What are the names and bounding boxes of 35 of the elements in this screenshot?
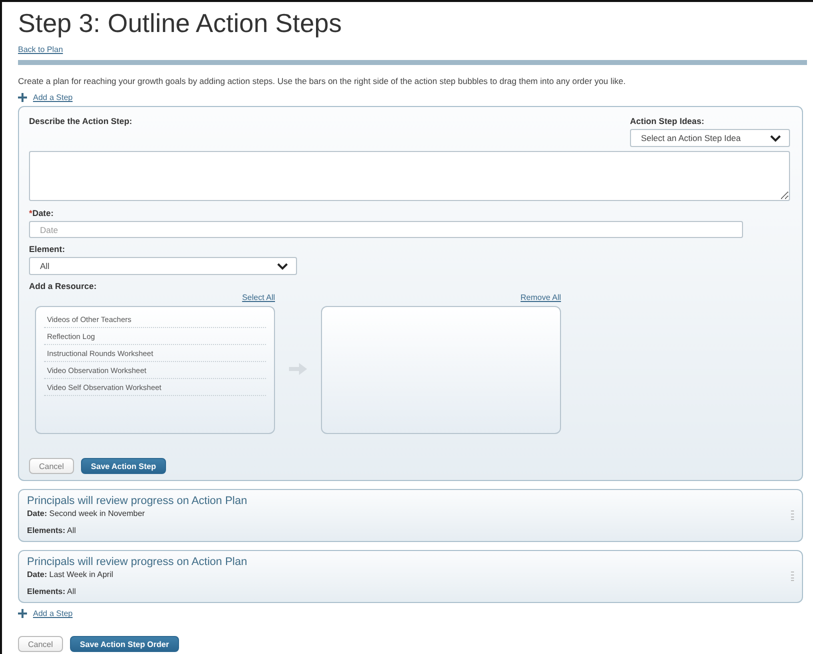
- select-all-link[interactable]: Select All: [242, 293, 275, 302]
- field-label: Add a Resource:: [29, 281, 98, 292]
- step-title: Principals will review progress on Action Plan: [27, 495, 248, 508]
- action-step-card[interactable]: Principals will review progress on Action Plan Date: Second week in November Elements: All: [18, 489, 803, 542]
- plus-icon: [18, 93, 27, 102]
- intro-text: Create a plan for reaching your growth goals by adding action steps. Use the bars on the right side of the action step bubbles to drag them into any order you like.: [18, 75, 627, 88]
- save-step-button[interactable]: Save Action Step: [80, 458, 166, 474]
- description-field[interactable]: [29, 151, 790, 202]
- field-label: Action Step Ideas:: [630, 116, 704, 126]
- page-title: Step 3: Outline Action Steps: [18, 8, 343, 39]
- step-elements: Elements: All: [27, 526, 77, 536]
- step-date: Date: Last Week in April: [27, 570, 114, 580]
- date-field[interactable]: Date: [29, 221, 743, 238]
- step-date: Date: Second week in November: [27, 509, 146, 518]
- remove-all-link[interactable]: Remove All: [520, 293, 561, 302]
- add-step-link[interactable]: Add a Step: [33, 609, 73, 618]
- save-order-button[interactable]: Save Action Step Order: [70, 636, 179, 652]
- back-link[interactable]: Back to Plan: [18, 45, 63, 54]
- field-label: Element:: [29, 244, 66, 254]
- step-title: Principals will review progress on Action Plan: [27, 556, 248, 568]
- drag-handle-icon[interactable]: [791, 571, 794, 582]
- chevron-down-icon: [277, 262, 288, 270]
- drag-handle-icon[interactable]: [791, 510, 794, 520]
- cancel-button[interactable]: Cancel: [18, 636, 63, 652]
- field-label: *Date:: [29, 208, 55, 218]
- arrow-right-icon: [289, 363, 307, 376]
- step-elements: Elements: All: [27, 587, 77, 596]
- ideas-dropdown[interactable]: Select an Action Step Idea: [630, 129, 790, 148]
- element-dropdown[interactable]: All: [29, 257, 297, 276]
- action-step-card[interactable]: Principals will review progress on Action Plan Date: Last Week in April Elements: All: [18, 550, 803, 604]
- field-label: Describe the Action Step:: [29, 116, 132, 126]
- cancel-button[interactable]: Cancel: [29, 458, 74, 474]
- add-step-link[interactable]: Add a Step: [33, 93, 73, 102]
- chevron-down-icon: [770, 134, 781, 142]
- plus-icon: [18, 609, 27, 618]
